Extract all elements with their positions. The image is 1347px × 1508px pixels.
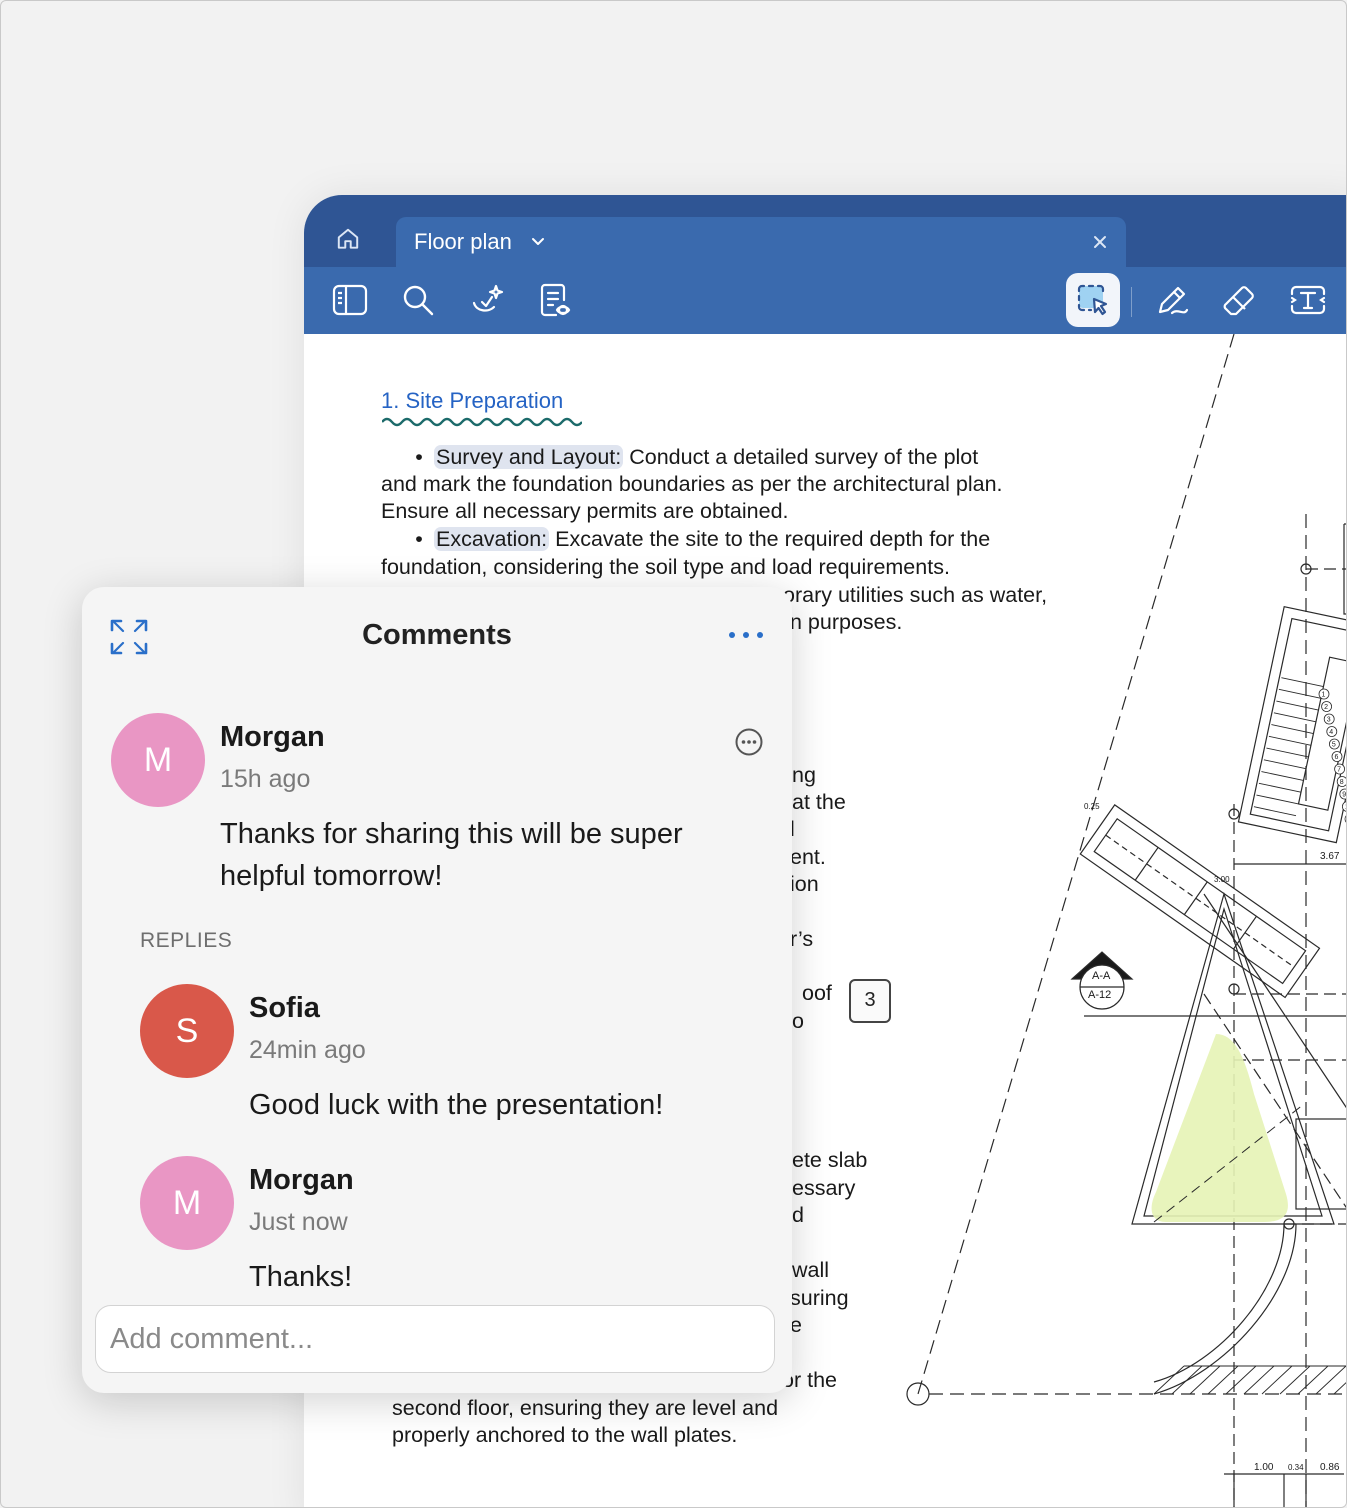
toolbar-separator xyxy=(1131,287,1132,317)
tab-floor-plan[interactable]: Floor plan xyxy=(396,217,1126,267)
stair-number: 1 xyxy=(1322,692,1326,699)
dimension-label: 3.67 xyxy=(1320,851,1340,862)
home-icon xyxy=(337,228,359,249)
dimension-label: 1.00 xyxy=(1254,1462,1274,1473)
stair-number: 3 xyxy=(1327,717,1331,724)
chevron-down-icon[interactable] xyxy=(528,231,548,251)
avatar: M xyxy=(111,713,205,807)
doc-line: properly anchored to the wall plates. xyxy=(392,1423,738,1447)
document-review-icon xyxy=(540,283,571,317)
reply-author: Morgan xyxy=(249,1164,354,1196)
section-heading: 1. Site Preparation xyxy=(381,388,564,413)
stair-number: 4 xyxy=(1329,729,1333,736)
reply-body: Thanks! xyxy=(249,1261,353,1293)
reply-body: Good luck with the presentation! xyxy=(249,1089,664,1121)
sidebar-icon xyxy=(332,284,368,316)
reply-author: Sofia xyxy=(249,992,320,1024)
doc-line: • Survey and Layout: Conduct a detailed s… xyxy=(415,445,979,469)
spellcheck-squiggle xyxy=(382,417,582,427)
doc-fragment: essary xyxy=(792,1176,856,1200)
home-button[interactable] xyxy=(330,221,366,257)
ai-assistant-button[interactable] xyxy=(464,277,510,323)
doc-fragment: ete slab xyxy=(792,1148,868,1172)
plan-axis-marker xyxy=(906,1382,930,1406)
eraser-icon xyxy=(1223,286,1254,316)
comment-count-badge[interactable]: 3 xyxy=(849,979,891,1023)
selection-tool-button[interactable] xyxy=(1066,273,1120,327)
doc-fragment: suring xyxy=(790,1286,849,1310)
highlighted-term[interactable]: Survey and Layout: xyxy=(434,445,624,469)
avatar: M xyxy=(140,1156,234,1250)
search-button[interactable] xyxy=(395,277,441,323)
replies-label: REPLIES xyxy=(140,929,233,952)
pen-button[interactable] xyxy=(1149,277,1195,323)
doc-line: foundation, considering the soil type an… xyxy=(381,555,950,579)
doc-fragment: r’s xyxy=(790,927,814,951)
search-icon xyxy=(403,285,434,316)
stair-number: 8 xyxy=(1340,779,1344,786)
pen-icon xyxy=(1158,286,1189,315)
doc-line: Ensure all necessary permits are obtaine… xyxy=(381,499,789,523)
doc-fragment: ion xyxy=(790,872,819,896)
ai-sparkle-icon xyxy=(472,284,504,312)
selection-tool-icon xyxy=(1077,284,1108,316)
dimension-label: 3.00 xyxy=(1214,875,1230,884)
toolbar xyxy=(304,267,1346,334)
avatar: S xyxy=(140,984,234,1078)
review-button[interactable] xyxy=(532,277,578,323)
plan-highlight-area xyxy=(1151,1034,1288,1222)
reply-time: 24min ago xyxy=(249,1036,366,1064)
text-box-button[interactable] xyxy=(1285,277,1331,323)
tab-bar: Floor plan xyxy=(304,195,1346,267)
dimension-label: 0.25 xyxy=(1084,802,1100,811)
doc-line: • Excavation: Excavate the site to the re… xyxy=(415,527,991,551)
doc-fragment: ng xyxy=(792,763,816,787)
dimension-label: 0.34 xyxy=(1288,1463,1304,1472)
add-comment-input[interactable] xyxy=(95,1305,775,1373)
comment-time: 15h ago xyxy=(220,765,311,793)
stair-number: 5 xyxy=(1332,742,1336,749)
doc-line: second floor, ensuring they are level an… xyxy=(392,1396,779,1420)
doc-fragment: oof xyxy=(802,981,832,1005)
stair-number: 9 xyxy=(1342,792,1346,799)
close-icon[interactable] xyxy=(1088,230,1112,254)
text-box-icon xyxy=(1290,285,1326,315)
reply-time: Just now xyxy=(249,1208,348,1236)
dimension-label: 0.86 xyxy=(1320,1462,1340,1473)
stair-number: 6 xyxy=(1335,754,1339,761)
screen: Floor plan 1. Site Preparation • Survey … xyxy=(0,0,1347,1508)
tab-title: Floor plan xyxy=(414,229,512,254)
stair-number: 7 xyxy=(1337,767,1341,774)
doc-line: n purposes. xyxy=(790,610,903,634)
more-options-icon[interactable] xyxy=(726,625,766,645)
floor-plan-drawing[interactable]: A-A A-12 3.67 0.25 3.00 1.00 0.34 0.86 1… xyxy=(904,334,1347,1508)
doc-fragment: ent. xyxy=(790,845,826,869)
stair-number: 2 xyxy=(1324,704,1328,711)
sidebar-toggle-button[interactable] xyxy=(327,277,373,323)
section-label-a12: A-12 xyxy=(1088,989,1111,1001)
doc-fragment: d xyxy=(792,1203,804,1227)
doc-fragment: wall xyxy=(792,1258,830,1282)
comment-body: Thanks for sharing this will be super he… xyxy=(220,818,683,892)
doc-fragment: at the xyxy=(792,790,846,814)
comment-options-icon[interactable] xyxy=(734,727,764,757)
highlighted-term[interactable]: Excavation: xyxy=(434,527,550,551)
eraser-button[interactable] xyxy=(1217,277,1263,323)
comments-panel: Comments M Morgan 15h ago Thanks for sha… xyxy=(82,587,792,1393)
comment-author: Morgan xyxy=(220,721,325,753)
doc-fragment: o xyxy=(792,1009,804,1033)
comments-title: Comments xyxy=(362,619,512,651)
plan-axis-line xyxy=(917,334,1235,1395)
section-label-aa: A-A xyxy=(1092,970,1111,982)
